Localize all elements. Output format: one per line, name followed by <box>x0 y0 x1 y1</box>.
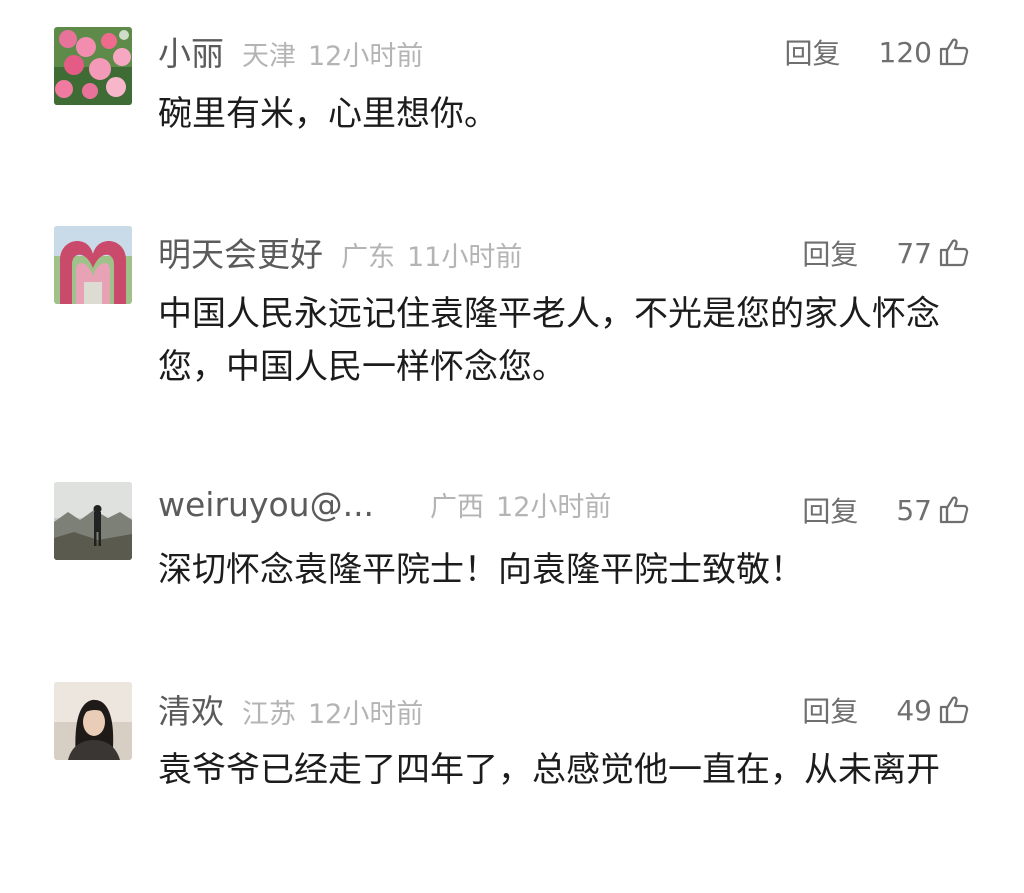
like-count: 49 <box>896 693 932 727</box>
username[interactable]: 小丽 <box>158 27 224 75</box>
timestamp: 12小时前 <box>496 492 612 523</box>
comment-actions: 回复 120 <box>785 27 970 77</box>
reply-button[interactable]: 回复 <box>785 32 841 72</box>
timestamp: 11小时前 <box>407 242 523 273</box>
like-count: 77 <box>896 236 932 270</box>
avatar[interactable] <box>54 226 132 304</box>
thumbs-up-icon[interactable] <box>938 694 970 726</box>
username[interactable]: 明天会更好 <box>158 228 323 276</box>
comment-meta: 清欢 江苏 12小时前 <box>158 685 423 735</box>
like-button[interactable]: 77 <box>896 237 970 270</box>
avatar[interactable] <box>54 682 132 760</box>
comment-meta: 明天会更好 广东 11小时前 <box>158 228 522 278</box>
location: 天津 <box>242 41 296 72</box>
comment-actions: 回复 57 <box>802 485 970 535</box>
like-button[interactable]: 49 <box>896 694 970 727</box>
thumbs-up-icon[interactable] <box>938 36 970 68</box>
location: 广东 <box>341 242 395 273</box>
thumbs-up-icon[interactable] <box>938 494 970 526</box>
comment-actions: 回复 49 <box>802 685 970 735</box>
username[interactable]: 清欢 <box>158 685 224 733</box>
comment-text: 中国人民永远记住袁隆平老人，不光是您的家人怀念您，中国人民一样怀念您。 <box>158 294 940 387</box>
reply-button[interactable]: 回复 <box>802 490 858 530</box>
timestamp: 12小时前 <box>308 41 424 72</box>
comment-text: 深切怀念袁隆平院士！向袁隆平院士致敬！ <box>158 550 804 590</box>
location: 广西 <box>430 492 485 523</box>
like-count: 120 <box>878 35 932 69</box>
comment-meta: 小丽 天津 12小时前 <box>158 27 423 77</box>
avatar[interactable] <box>54 27 132 105</box>
username[interactable]: weiruyou@... <box>158 485 374 524</box>
avatar[interactable] <box>54 482 132 560</box>
comment-text: 碗里有米，心里想你。 <box>158 94 498 134</box>
like-button[interactable]: 120 <box>879 36 970 69</box>
reply-button[interactable]: 回复 <box>802 690 858 730</box>
timestamp: 12小时前 <box>308 699 424 730</box>
thumbs-up-icon[interactable] <box>938 237 970 269</box>
comment-text: 袁爷爷已经走了四年了，总感觉他一直在，从未离开 <box>158 750 940 790</box>
comment-meta: weiruyou@... 广西 12小时前 <box>158 485 611 535</box>
location: 江苏 <box>242 699 296 730</box>
like-button[interactable]: 57 <box>896 494 970 527</box>
reply-button[interactable]: 回复 <box>802 233 858 273</box>
comment-actions: 回复 77 <box>802 228 970 278</box>
like-count: 57 <box>896 493 932 527</box>
